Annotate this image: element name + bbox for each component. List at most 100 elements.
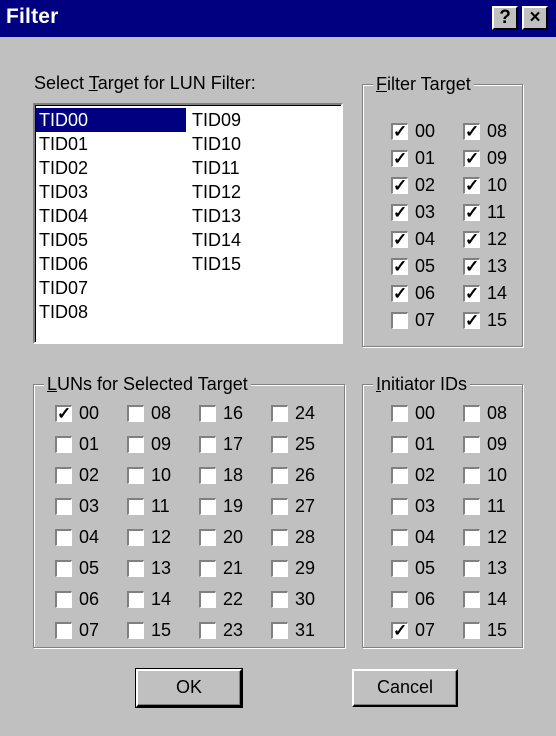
lun-checkbox-27[interactable] [271, 498, 288, 515]
checkmark-icon: ✓ [393, 284, 408, 303]
target-list-item[interactable]: TID07 [36, 276, 186, 300]
lun-checkbox-07[interactable] [55, 622, 72, 639]
filter-target-label: 08 [487, 121, 508, 141]
filter-target-checkbox-02[interactable]: ✓ [391, 177, 408, 194]
target-list-item[interactable]: TID06 [36, 252, 186, 276]
lun-checkbox-05[interactable] [55, 560, 72, 577]
lun-checkbox-19[interactable] [199, 498, 216, 515]
initiator-checkbox-09[interactable] [463, 436, 480, 453]
target-list-item[interactable]: TID11 [189, 156, 243, 180]
initiator-label: 04 [415, 527, 436, 547]
filter-target-checkbox-15[interactable]: ✓ [463, 312, 480, 329]
initiator-checkbox-08[interactable] [463, 405, 480, 422]
filter-target-checkbox-08[interactable]: ✓ [463, 123, 480, 140]
filter-target-checkbox-00[interactable]: ✓ [391, 123, 408, 140]
help-button[interactable]: ? [492, 6, 518, 30]
lun-checkbox-04[interactable] [55, 529, 72, 546]
filter-target-checkbox-04[interactable]: ✓ [391, 231, 408, 248]
lun-checkbox-00[interactable]: ✓ [55, 405, 72, 422]
lun-checkbox-22[interactable] [199, 591, 216, 608]
target-list-item[interactable]: TID01 [36, 132, 186, 156]
lun-checkbox-14[interactable] [127, 591, 144, 608]
lun-checkbox-09[interactable] [127, 436, 144, 453]
target-list-item[interactable]: TID03 [36, 180, 186, 204]
lun-checkbox-31[interactable] [271, 622, 288, 639]
title-bar: Filter ? × [0, 0, 556, 37]
initiator-checkbox-04[interactable] [391, 529, 408, 546]
initiator-checkbox-03[interactable] [391, 498, 408, 515]
target-list-item[interactable]: TID14 [189, 228, 244, 252]
lun-checkbox-30[interactable] [271, 591, 288, 608]
initiator-checkbox-13[interactable] [463, 560, 480, 577]
initiator-checkbox-06[interactable] [391, 591, 408, 608]
filter-target-label: 01 [415, 148, 436, 168]
initiator-checkbox-12[interactable] [463, 529, 480, 546]
lun-checkbox-18[interactable] [199, 467, 216, 484]
target-list-item[interactable]: TID05 [36, 228, 186, 252]
initiator-label: 15 [487, 620, 508, 640]
window-title: Filter [6, 5, 59, 28]
lun-checkbox-11[interactable] [127, 498, 144, 515]
initiator-checkbox-11[interactable] [463, 498, 480, 515]
filter-target-checkbox-11[interactable]: ✓ [463, 204, 480, 221]
filter-target-checkbox-01[interactable]: ✓ [391, 150, 408, 167]
filter-target-checkbox-05[interactable]: ✓ [391, 258, 408, 275]
lun-checkbox-03[interactable] [55, 498, 72, 515]
target-list-item[interactable]: TID00 [36, 108, 186, 132]
lun-checkbox-10[interactable] [127, 467, 144, 484]
lun-checkbox-01[interactable] [55, 436, 72, 453]
initiator-checkbox-07[interactable]: ✓ [391, 622, 408, 639]
filter-target-checkbox-12[interactable]: ✓ [463, 231, 480, 248]
initiator-checkbox-02[interactable] [391, 467, 408, 484]
lun-checkbox-21[interactable] [199, 560, 216, 577]
ok-button[interactable]: OK [135, 668, 243, 708]
lun-checkbox-17[interactable] [199, 436, 216, 453]
lun-label: 03 [79, 496, 100, 516]
lun-checkbox-12[interactable] [127, 529, 144, 546]
lun-checkbox-20[interactable] [199, 529, 216, 546]
initiator-checkbox-15[interactable] [463, 622, 480, 639]
initiator-ids-legend: Initiator IDs [373, 373, 471, 395]
initiator-checkbox-05[interactable] [391, 560, 408, 577]
lun-checkbox-02[interactable] [55, 467, 72, 484]
filter-target-checkbox-14[interactable]: ✓ [463, 285, 480, 302]
lun-label: 30 [295, 589, 316, 609]
initiator-checkbox-14[interactable] [463, 591, 480, 608]
filter-target-checkbox-06[interactable]: ✓ [391, 285, 408, 302]
lun-checkbox-24[interactable] [271, 405, 288, 422]
lun-checkbox-26[interactable] [271, 467, 288, 484]
target-list-item[interactable]: TID13 [189, 204, 244, 228]
initiator-checkbox-01[interactable] [391, 436, 408, 453]
cancel-button[interactable]: Cancel [352, 669, 458, 707]
lun-checkbox-23[interactable] [199, 622, 216, 639]
lun-checkbox-13[interactable] [127, 560, 144, 577]
filter-target-label: 06 [415, 283, 436, 303]
lun-checkbox-25[interactable] [271, 436, 288, 453]
lun-checkbox-08[interactable] [127, 405, 144, 422]
filter-target-label: 05 [415, 256, 436, 276]
close-button[interactable]: × [522, 6, 548, 30]
lun-checkbox-16[interactable] [199, 405, 216, 422]
filter-target-checkbox-13[interactable]: ✓ [463, 258, 480, 275]
target-list-item[interactable]: TID08 [36, 300, 186, 324]
target-list-item[interactable]: TID10 [189, 132, 244, 156]
target-list-item[interactable]: TID12 [189, 180, 244, 204]
filter-target-checkbox-03[interactable]: ✓ [391, 204, 408, 221]
checkmark-icon: ✓ [393, 230, 408, 249]
lun-checkbox-06[interactable] [55, 591, 72, 608]
initiator-checkbox-00[interactable] [391, 405, 408, 422]
lun-checkbox-15[interactable] [127, 622, 144, 639]
lun-checkbox-28[interactable] [271, 529, 288, 546]
target-list-item[interactable]: TID09 [189, 108, 244, 132]
lun-checkbox-29[interactable] [271, 560, 288, 577]
target-list-item[interactable]: TID04 [36, 204, 186, 228]
filter-target-label: 13 [487, 256, 508, 276]
filter-target-checkbox-10[interactable]: ✓ [463, 177, 480, 194]
filter-target-label: 04 [415, 229, 436, 249]
target-list-item[interactable]: TID15 [189, 252, 244, 276]
target-list-item[interactable]: TID02 [36, 156, 186, 180]
target-listbox[interactable]: TID00 TID01 TID02 TID03 TID04 TID05 TID06 TID07… [33, 103, 343, 344]
filter-target-checkbox-07[interactable] [391, 312, 408, 329]
initiator-checkbox-10[interactable] [463, 467, 480, 484]
filter-target-checkbox-09[interactable]: ✓ [463, 150, 480, 167]
